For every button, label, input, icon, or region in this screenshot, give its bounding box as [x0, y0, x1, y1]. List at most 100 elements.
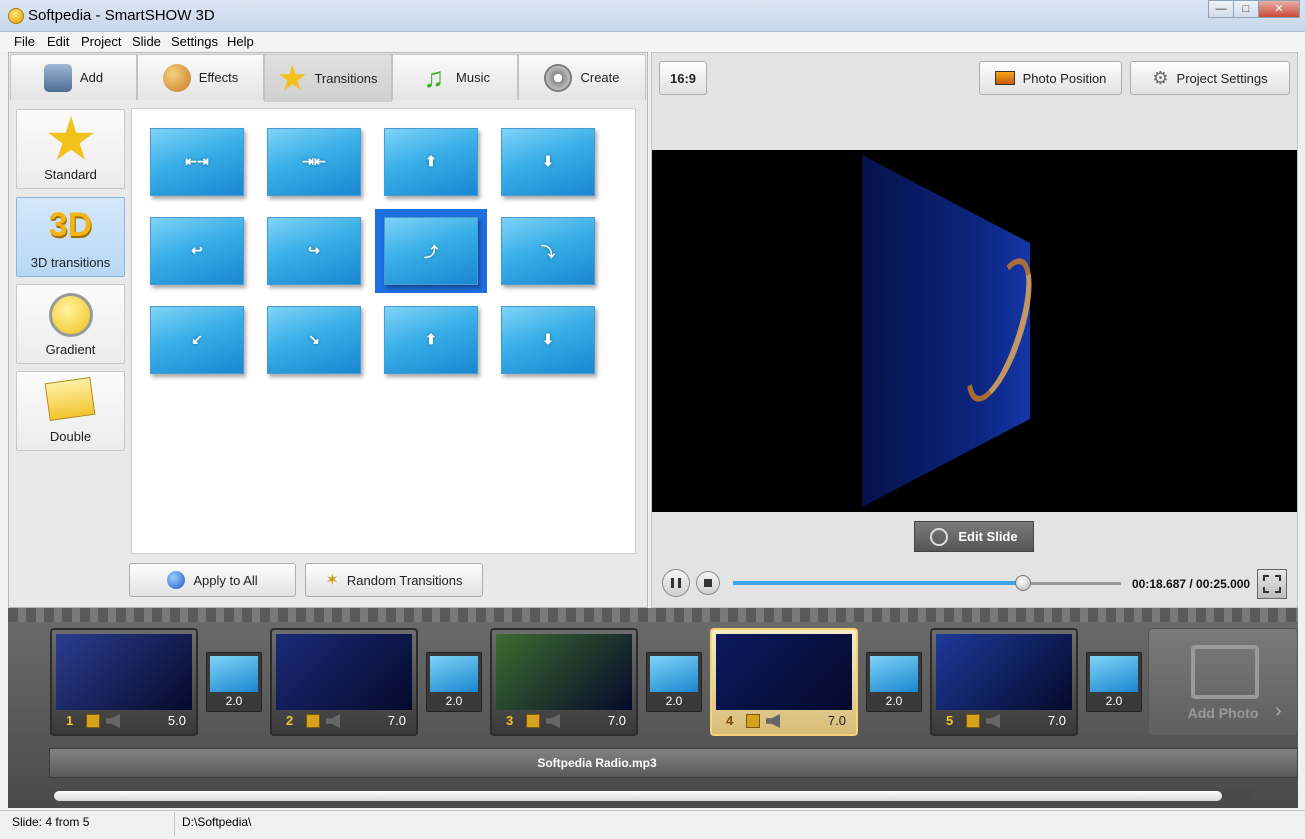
edit-slide-button[interactable]: Edit Slide: [914, 521, 1034, 552]
transition-thumbnail[interactable]: ↙: [150, 306, 244, 374]
pencil-icon[interactable]: [966, 714, 980, 728]
transition-thumbnail[interactable]: ↩: [150, 217, 244, 285]
fullscreen-icon: [1263, 575, 1281, 593]
photo-position-button[interactable]: Photo Position: [979, 61, 1122, 95]
timecode: 00:18.687 / 00:25.000: [1132, 577, 1251, 591]
minimize-button[interactable]: —: [1208, 0, 1234, 18]
stop-icon: [704, 579, 712, 587]
transition-duration: 2.0: [225, 694, 243, 708]
project-settings-label: Project Settings: [1176, 70, 1268, 86]
menu-help[interactable]: Help: [227, 34, 254, 49]
3d-text-icon: 3D: [48, 206, 93, 244]
transition-preview: [210, 656, 258, 692]
transition-arrow-icon: ⬆: [425, 331, 437, 347]
menu-project[interactable]: Project: [81, 34, 121, 49]
slide-duration: 5.0: [167, 713, 186, 728]
category-standard[interactable]: Standard: [16, 109, 125, 189]
category-label: Standard: [44, 167, 97, 182]
tab-music[interactable]: ♫ Music: [392, 54, 518, 100]
transition-preview: [1090, 656, 1138, 692]
slide-thumbnail: [56, 634, 192, 710]
tab-add-label: Add: [79, 70, 104, 85]
slide-thumbnail: [496, 634, 632, 710]
transition-arrow-icon: ⬇: [542, 331, 554, 347]
pause-button[interactable]: [662, 569, 690, 597]
timeline-transition[interactable]: 2.0: [646, 652, 702, 712]
close-button[interactable]: ✕: [1258, 0, 1300, 18]
category-label: Gradient: [45, 342, 96, 357]
transition-thumbnail[interactable]: ⇥⇤: [267, 128, 361, 196]
fullscreen-button[interactable]: [1257, 569, 1287, 599]
seek-knob[interactable]: [1015, 575, 1031, 591]
menu-edit[interactable]: Edit: [47, 34, 69, 49]
category-gradient[interactable]: Gradient: [16, 284, 125, 364]
gear-icon: ⚙: [1152, 67, 1169, 88]
category-double[interactable]: Double: [16, 371, 125, 451]
transition-thumbnail[interactable]: ⬇: [501, 306, 595, 374]
menu-slide[interactable]: Slide: [132, 34, 161, 49]
pencil-icon[interactable]: [746, 714, 760, 728]
transition-arrow-icon: ⬆: [425, 153, 437, 169]
transition-arrow-icon: ↪: [308, 242, 320, 258]
film-reel-icon: [544, 63, 573, 92]
tab-effects[interactable]: Effects: [137, 54, 264, 100]
slide-duration: 7.0: [387, 713, 406, 728]
slide-number: 1: [66, 713, 74, 728]
random-transitions-button[interactable]: ✶ Random Transitions: [305, 563, 483, 597]
transition-thumbnail[interactable]: ⬆: [384, 128, 478, 196]
transition-arrow-icon: ↘: [308, 331, 320, 347]
maximize-button[interactable]: □: [1233, 0, 1259, 18]
slide-number: 5: [946, 713, 954, 728]
timeline-transition[interactable]: 2.0: [206, 652, 262, 712]
transition-arrow-icon: ⤵: [541, 244, 555, 260]
speaker-icon[interactable]: [546, 714, 560, 728]
scroll-right-arrow-icon[interactable]: ›: [1275, 700, 1282, 723]
transition-arrow-icon: ↙: [191, 331, 203, 347]
project-settings-button[interactable]: ⚙ Project Settings: [1130, 61, 1290, 95]
menu-file[interactable]: File: [14, 34, 35, 49]
stop-button[interactable]: [696, 571, 720, 595]
slide-thumbnail: [276, 634, 412, 710]
transition-thumbnail[interactable]: ↘: [267, 306, 361, 374]
transition-thumbnail[interactable]: ⤴: [384, 217, 478, 285]
menu-settings[interactable]: Settings: [171, 34, 218, 49]
pencil-icon[interactable]: [306, 714, 320, 728]
aspect-ratio-button[interactable]: 16:9: [659, 61, 707, 95]
timeline-scrollbar-thumb[interactable]: [54, 791, 1222, 801]
transition-arrow-icon: ⬇: [542, 153, 554, 169]
speaker-icon[interactable]: [986, 714, 1000, 728]
transition-thumbnail[interactable]: ⤵: [501, 217, 595, 285]
timeline-slide[interactable]: 1 5.0: [50, 628, 198, 736]
tab-transitions[interactable]: Transitions: [264, 54, 392, 102]
speaker-icon[interactable]: [326, 714, 340, 728]
tab-create[interactable]: Create: [518, 54, 646, 100]
music-note-icon: ♫: [423, 61, 445, 93]
pencil-icon[interactable]: [86, 714, 100, 728]
category-3d-transitions[interactable]: 3D 3D transitions: [16, 197, 125, 277]
timeline-slide[interactable]: 2 7.0: [270, 628, 418, 736]
transition-preview: [430, 656, 478, 692]
category-label: Double: [49, 429, 92, 444]
transition-duration: 2.0: [1105, 694, 1123, 708]
magic-wand-icon: ✶: [325, 572, 339, 589]
transition-thumbnail[interactable]: ⬇: [501, 128, 595, 196]
timeline-slide[interactable]: 3 7.0: [490, 628, 638, 736]
window-title: Softpedia - SmartSHOW 3D: [28, 7, 215, 24]
image-icon: [1191, 645, 1259, 699]
timeline-slide[interactable]: 5 7.0: [930, 628, 1078, 736]
timeline-transition[interactable]: 2.0: [1086, 652, 1142, 712]
transition-thumbnail[interactable]: ⬆: [384, 306, 478, 374]
speaker-icon[interactable]: [106, 714, 120, 728]
pencil-icon[interactable]: [526, 714, 540, 728]
transition-thumbnail[interactable]: ⇤⇥: [150, 128, 244, 196]
status-path: D:\Softpedia\: [182, 815, 252, 829]
timeline-transition[interactable]: 2.0: [426, 652, 482, 712]
tab-add[interactable]: Add: [10, 54, 137, 100]
timeline-transition[interactable]: 2.0: [866, 652, 922, 712]
speaker-icon[interactable]: [766, 714, 780, 728]
timeline-slide[interactable]: 4 7.0: [710, 628, 858, 736]
apply-to-all-button[interactable]: Apply to All: [129, 563, 296, 597]
transition-preview: [650, 656, 698, 692]
transition-arrow-icon: ⇤⇥: [185, 153, 209, 169]
transition-thumbnail[interactable]: ↪: [267, 217, 361, 285]
